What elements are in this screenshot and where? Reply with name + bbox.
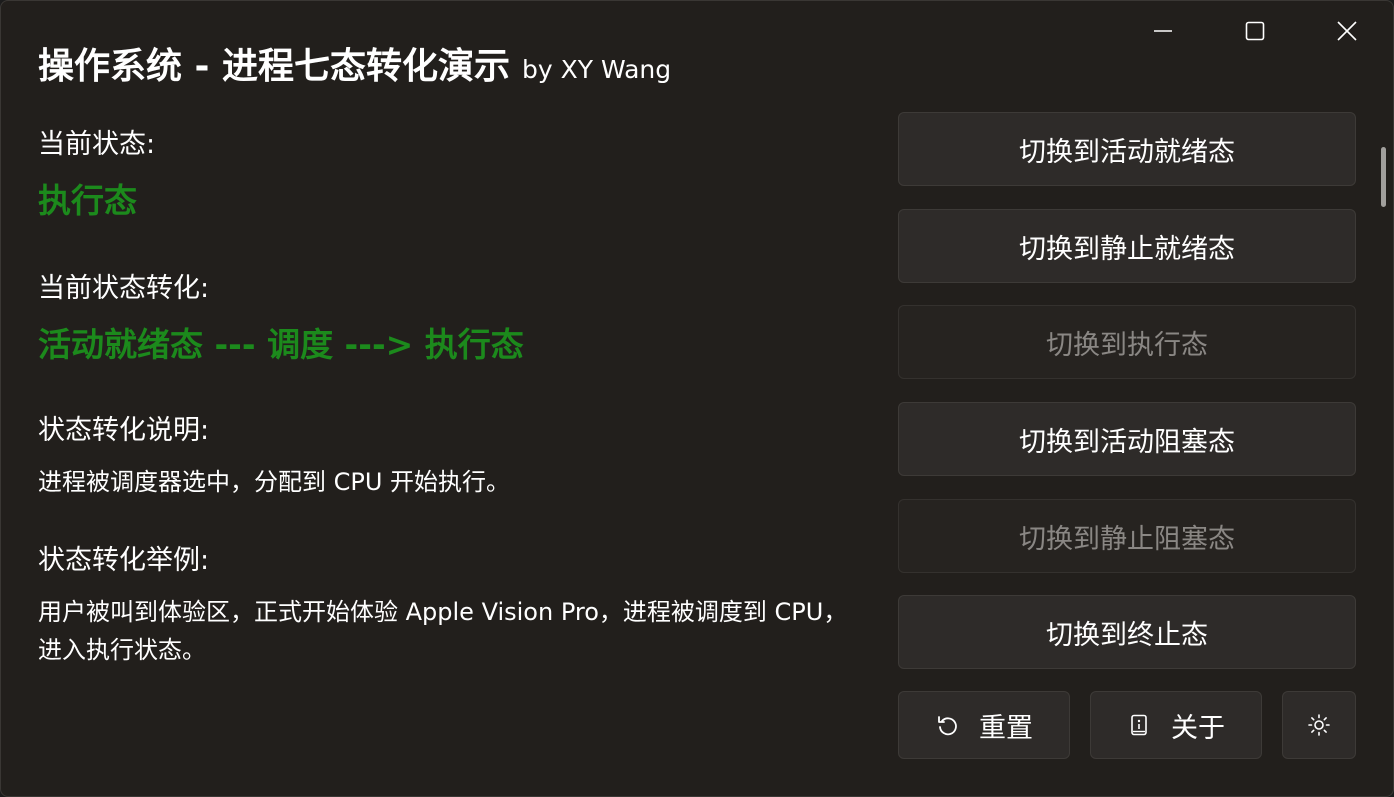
window-subtitle: by XY Wang [522, 55, 672, 84]
undo-icon [935, 713, 959, 737]
example-label: 状态转化举例: [38, 545, 210, 576]
about-button[interactable]: 关于 [1090, 691, 1262, 759]
switch-suspended-blocked-button[interactable]: 切换到静止阻塞态 [898, 499, 1356, 573]
info-icon [1127, 713, 1151, 737]
switch-active-ready-button[interactable]: 切换到活动就绪态 [898, 112, 1356, 186]
window-title: 操作系统 - 进程七态转化演示 [38, 46, 511, 87]
transition-value: 活动就绪态 --- 调度 ---> 执行态 [38, 325, 524, 364]
close-button[interactable] [1301, 1, 1393, 61]
explanation-text: 进程被调度器选中，分配到 CPU 开始执行。 [38, 468, 511, 496]
close-icon [1337, 21, 1357, 41]
maximize-icon [1245, 21, 1265, 41]
reset-label: 重置 [979, 712, 1033, 744]
title-bar: 操作系统 - 进程七态转化演示 by XY Wang [38, 37, 671, 89]
transition-label: 当前状态转化: [38, 273, 210, 304]
switch-running-button[interactable]: 切换到执行态 [898, 305, 1356, 379]
example-text: 用户被叫到体验区，正式开始体验 Apple Vision Pro，进程被调度到 … [38, 598, 848, 664]
switch-suspended-ready-button[interactable]: 切换到静止就绪态 [898, 209, 1356, 283]
about-label: 关于 [1171, 712, 1225, 744]
current-state-value: 执行态 [38, 181, 137, 220]
minimize-icon [1154, 30, 1172, 32]
reset-button[interactable]: 重置 [898, 691, 1070, 759]
app-window: 操作系统 - 进程七态转化演示 by XY Wang 当前状态: 执行态 当前状… [0, 0, 1394, 797]
maximize-button[interactable] [1209, 1, 1301, 61]
scrollbar-thumb[interactable] [1381, 147, 1386, 207]
switch-active-blocked-button[interactable]: 切换到活动阻塞态 [898, 402, 1356, 476]
current-state-label: 当前状态: [38, 129, 156, 160]
switch-terminated-button[interactable]: 切换到终止态 [898, 595, 1356, 669]
theme-toggle-button[interactable] [1282, 691, 1356, 759]
window-controls [1117, 1, 1393, 61]
sun-icon [1307, 713, 1331, 737]
explanation-label: 状态转化说明: [38, 415, 210, 446]
minimize-button[interactable] [1117, 1, 1209, 61]
